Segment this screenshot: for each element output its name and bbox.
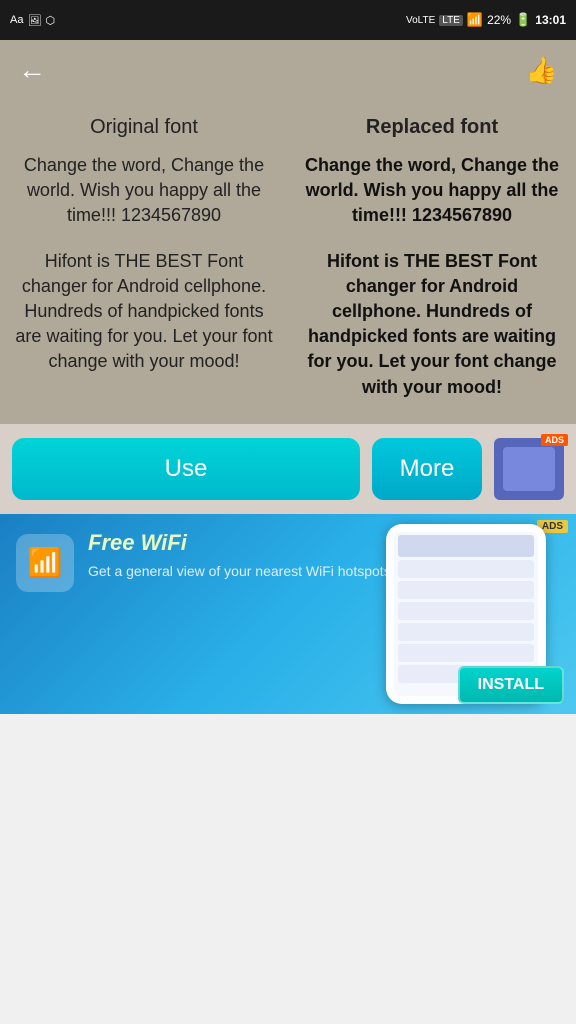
- buttons-row: Use More ADS: [0, 424, 576, 514]
- phone-screen-row-5: [398, 644, 534, 662]
- icon-image: 🖼: [27, 14, 41, 27]
- icon-usb: ⬡: [45, 14, 55, 27]
- replaced-sample-text-2: Hifont is THE BEST Font changer for Andr…: [300, 249, 564, 400]
- phone-screen-row-3: [398, 602, 534, 620]
- phone-screen-row-2: [398, 581, 534, 599]
- signal-icon: 📶: [467, 12, 483, 28]
- original-font-column: Original font Change the word, Change th…: [0, 116, 288, 400]
- preview-columns: Original font Change the word, Change th…: [0, 116, 576, 400]
- install-button[interactable]: INSTALL: [458, 666, 564, 704]
- more-button[interactable]: More: [372, 438, 482, 500]
- wifi-icon-box: 📶: [16, 534, 74, 592]
- use-button[interactable]: Use: [12, 438, 360, 500]
- replaced-sample-text-1: Change the word, Change the world. Wish …: [300, 153, 564, 229]
- ads-thumbnail[interactable]: ADS: [494, 438, 564, 500]
- status-bar-left: Aa 🖼 ⬡: [10, 14, 55, 27]
- preview-area: Original font Change the word, Change th…: [0, 100, 576, 424]
- time-label: 13:01: [535, 13, 566, 27]
- status-bar: Aa 🖼 ⬡ VoLTE LTE 📶 22% 🔋 13:01: [0, 0, 576, 40]
- back-button[interactable]: ←: [18, 54, 46, 86]
- status-bar-right: VoLTE LTE 📶 22% 🔋 13:01: [406, 12, 566, 28]
- icon-aa: Aa: [10, 14, 23, 26]
- original-sample-text-1: Change the word, Change the world. Wish …: [12, 153, 276, 229]
- battery-icon: 🔋: [515, 12, 531, 28]
- ad-banner: ADS 📶 Free WiFi Get a general view of yo…: [0, 514, 576, 714]
- replaced-font-column: Replaced font Change the word, Change th…: [288, 116, 576, 400]
- top-bar: ← 👍: [0, 40, 576, 100]
- ads-thumbnail-inner: [503, 447, 555, 491]
- original-sample-text-2: Hifont is THE BEST Font changer for Andr…: [12, 249, 276, 375]
- like-button[interactable]: 👍: [526, 55, 558, 86]
- phone-screen-row-1: [398, 560, 534, 578]
- wifi-icon: 📶: [28, 546, 63, 579]
- ads-badge: ADS: [541, 434, 568, 446]
- original-font-header: Original font: [12, 116, 276, 139]
- lte-label: LTE: [439, 15, 463, 26]
- battery-label: 22%: [487, 13, 511, 27]
- volte-label: VoLTE: [406, 15, 435, 26]
- replaced-font-header: Replaced font: [300, 116, 564, 139]
- phone-screen-row-4: [398, 623, 534, 641]
- phone-screen-header-row: [398, 535, 534, 557]
